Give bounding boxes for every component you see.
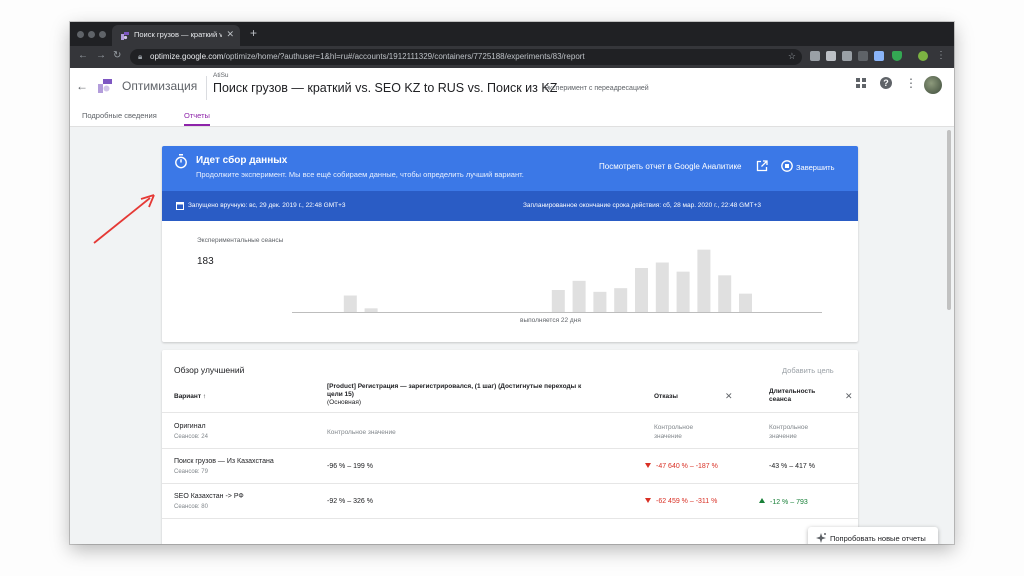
annotation-arrow-icon [93, 194, 155, 244]
slide-background: Поиск грузов — краткий vs. SE ✕ + ← → ↻ … [0, 0, 1024, 576]
